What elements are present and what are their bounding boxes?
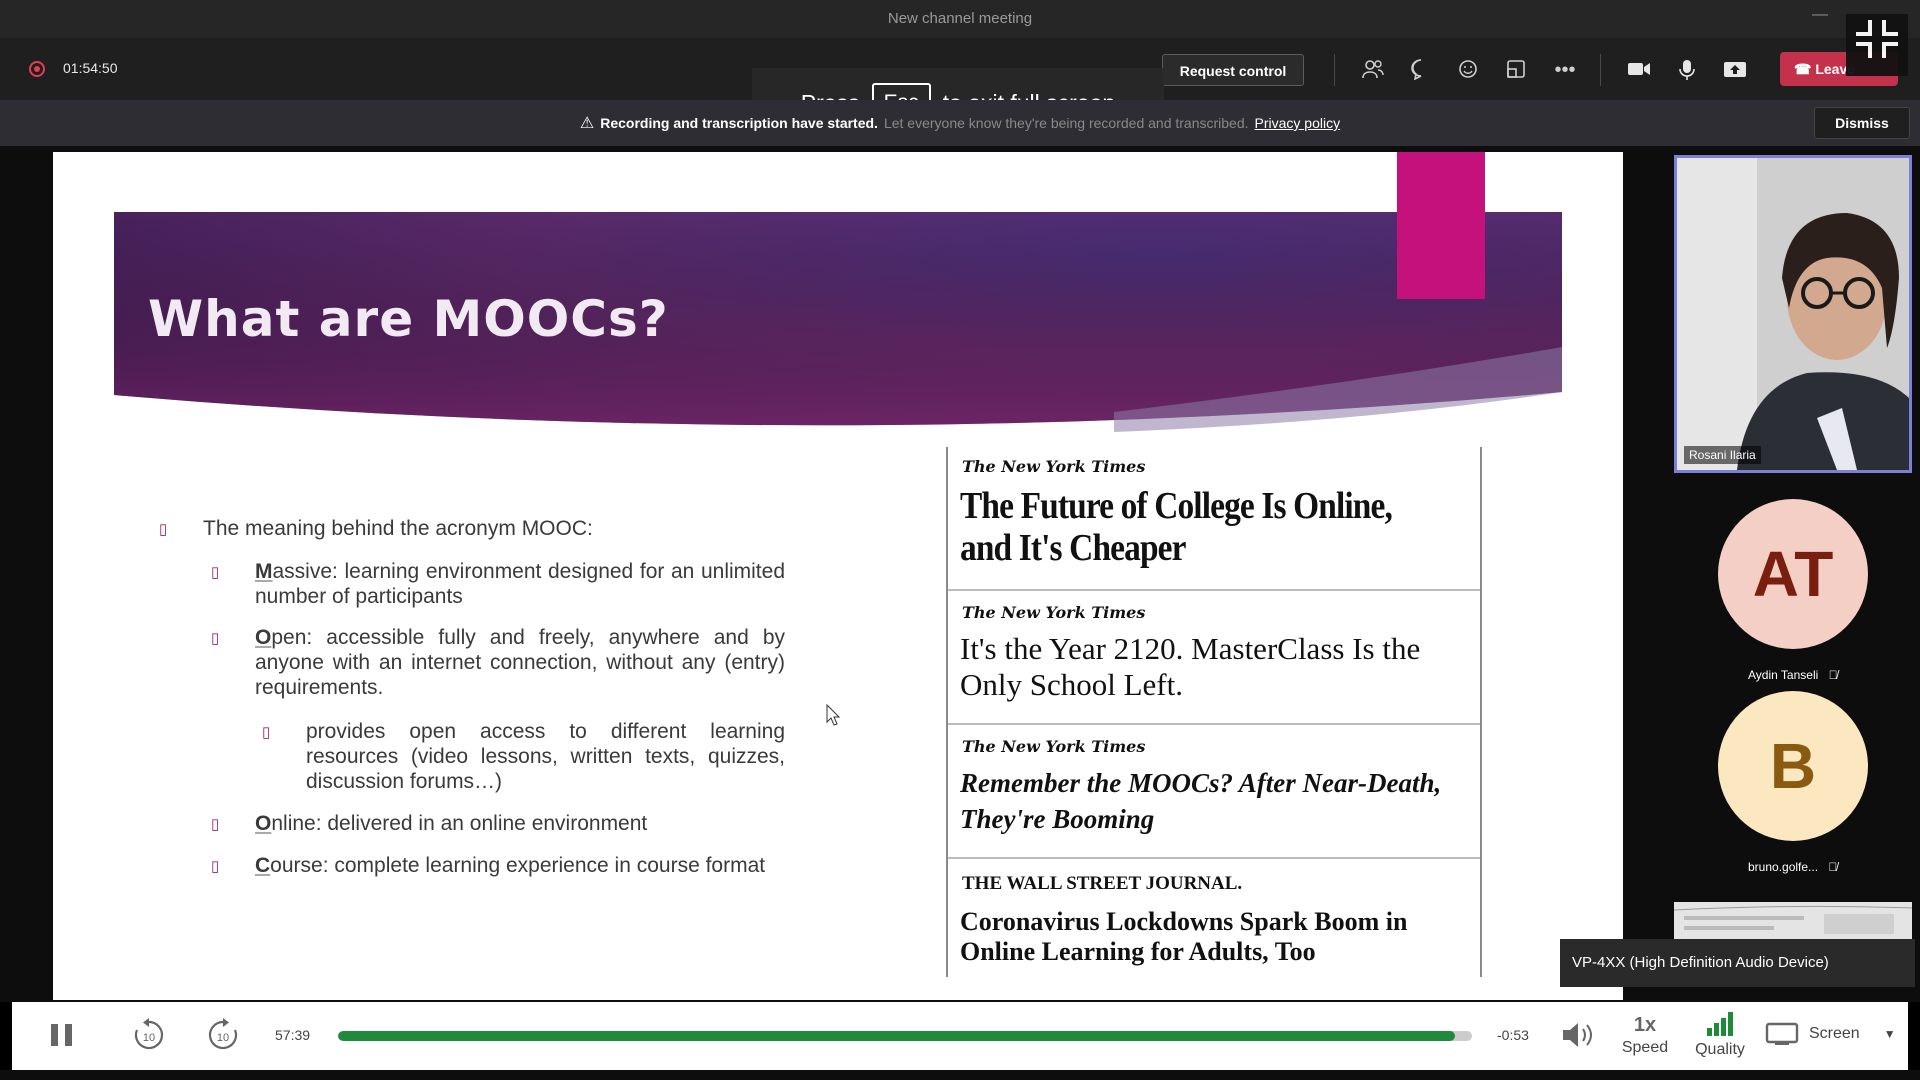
recording-banner-text: ⚠ Recording and transcription have start… [0,100,1920,146]
acronym-description: nline: delivered in an online environmen… [271,812,648,835]
news-card: The New York Times It's the Year 2120. M… [948,589,1480,725]
meeting-timer: 01:54:50 [63,60,118,76]
volume-icon[interactable] [1560,1020,1596,1055]
camera-icon[interactable] [1626,58,1652,82]
dismiss-button[interactable]: Dismiss [1814,107,1910,139]
remaining-time: -0:53 [1497,1027,1529,1043]
toolbar-divider [1334,54,1335,86]
quality-label: Quality [1695,1041,1745,1058]
acronym-description: pen: accessible fully and freely, anywhe… [255,626,785,699]
skip-back-10-icon[interactable]: 10 [130,1017,168,1058]
mic-muted-icon: 🎙̸ [1828,668,1838,682]
share-screen-icon[interactable] [1722,58,1748,82]
screen-icon [1765,1022,1799,1045]
privacy-policy-link[interactable]: Privacy policy [1255,115,1341,131]
participant-avatar[interactable]: B [1718,691,1868,841]
bullet-marker-icon: ▯ [211,630,220,647]
screen-selector[interactable]: Screen ▼ [1765,1022,1896,1046]
speed-label: Speed [1621,1039,1669,1056]
acronym-letter: O [255,812,272,835]
slide-bullet-open: ▯ Open: accessible fully and freely, any… [211,625,785,700]
news-masthead: The New York Times [962,737,1146,756]
slide-bullet-online: ▯ Online: delivered in an online environ… [211,811,785,836]
bullet-marker-icon: ▯ [211,858,220,875]
rooms-icon[interactable] [1504,58,1530,82]
microphone-icon[interactable] [1674,58,1700,82]
elapsed-time: 57:39 [275,1027,311,1043]
reactions-icon[interactable] [1456,58,1482,82]
participant-avatar[interactable]: AT [1718,499,1868,649]
bullet-marker-icon: ▯ [211,816,220,833]
banner-faint-text: Let everyone know they're being recorded… [883,115,1249,131]
speed-control[interactable]: 1x Speed [1620,1014,1670,1057]
window-title: New channel meeting [0,0,1920,38]
news-card: THE WALL STREET JOURNAL. Coronavirus Loc… [948,857,1480,977]
toolbar-divider [1600,54,1601,86]
news-headlines-column: The New York Times The Future of College… [946,447,1482,977]
exit-fullscreen-icon[interactable] [1846,14,1908,76]
speaker-video-frame [1677,158,1909,470]
presentation-slide: What are MOOCs? ▯ The meaning behind the… [53,152,1623,1000]
news-masthead: The New York Times [962,457,1146,476]
acronym-letter: C [255,854,271,877]
news-card: The New York Times Remember the MOOCs? A… [948,723,1480,859]
participant-name: bruno.golfe... [1748,860,1819,874]
banner-bold-text: Recording and transcription have started… [600,115,878,131]
skip-forward-label: 10 [217,1032,229,1044]
skip-back-label: 10 [143,1032,155,1044]
skip-forward-10-icon[interactable]: 10 [204,1017,242,1058]
news-headline: Coronavirus Lockdowns Spark Boom in Onli… [960,907,1408,966]
speaker-name-label: Rosani Ilaria [1684,446,1761,464]
acronym-description: ourse: complete learning experience in c… [270,854,766,877]
audio-device-tooltip: VP-4XX (High Definition Audio Device) [1560,939,1915,987]
slide-title: What are MOOCs? [148,290,669,348]
warning-icon: ⚠ [579,115,595,132]
participant-name-row: Aydin Tanseli 🎙̸ [1748,666,1838,684]
slide-bullet-course: ▯ Course: complete learning experience i… [211,853,785,878]
screen-label: Screen [1809,1025,1860,1042]
news-masthead: The New York Times [962,603,1146,622]
taskbar-strip [0,1070,1920,1080]
news-masthead: THE WALL STREET JOURNAL. [962,873,1243,894]
progress-bar[interactable] [338,1031,1472,1041]
participant-name-row: bruno.golfe... 🎙̸ [1748,858,1838,876]
news-headline: Remember the MOOCs? After Near-Death, Th… [960,768,1442,834]
request-control-button[interactable]: Request control [1162,54,1304,86]
sub-bullet-text: provides open access to different learni… [306,720,785,793]
slide-accent-tab [1397,152,1485,299]
quality-control[interactable]: Quality [1690,1012,1750,1059]
mic-muted-icon: 🎙̸ [1828,860,1838,874]
acronym-letter: O [255,626,272,649]
recording-indicator-icon [29,61,45,77]
bullet-marker-icon: ▯ [159,521,168,538]
pause-icon[interactable] [48,1022,76,1053]
participant-name: Aydin Tanseli [1748,668,1819,682]
chat-icon[interactable] [1408,58,1434,82]
progress-fill [338,1031,1455,1041]
bullet-intro-text: The meaning behind the acronym MOOC: [203,517,593,540]
phone-hangup-icon: ☎ [1794,61,1816,77]
more-options-icon[interactable]: ••• [1552,58,1578,82]
slide-bullet-massive: ▯ Massive: learning environment designed… [211,559,785,609]
acronym-description: assive: learning environment designed fo… [255,560,785,608]
participants-icon[interactable] [1360,58,1386,82]
speaker-video-tile[interactable] [1674,155,1912,473]
slide-sub-bullet: ▯ provides open access to different lear… [262,719,785,794]
slide-bullet-intro: ▯ The meaning behind the acronym MOOC: [159,516,673,541]
minimize-icon[interactable]: — [1810,7,1830,28]
shared-content-thumbnail[interactable] [1674,902,1912,942]
mouse-cursor-icon [826,703,841,731]
acronym-letter: M [255,560,273,583]
speed-value: 1x [1633,1014,1657,1036]
news-headline: The Future of College Is Online, and It'… [960,485,1393,569]
quality-bars-icon [1707,1012,1733,1036]
bullet-marker-icon: ▯ [211,564,220,581]
news-card: The New York Times The Future of College… [948,447,1480,591]
bullet-marker-icon: ▯ [262,724,271,741]
chevron-down-icon: ▼ [1883,1027,1896,1041]
news-headline: It's the Year 2120. MasterClass Is the O… [960,631,1421,702]
